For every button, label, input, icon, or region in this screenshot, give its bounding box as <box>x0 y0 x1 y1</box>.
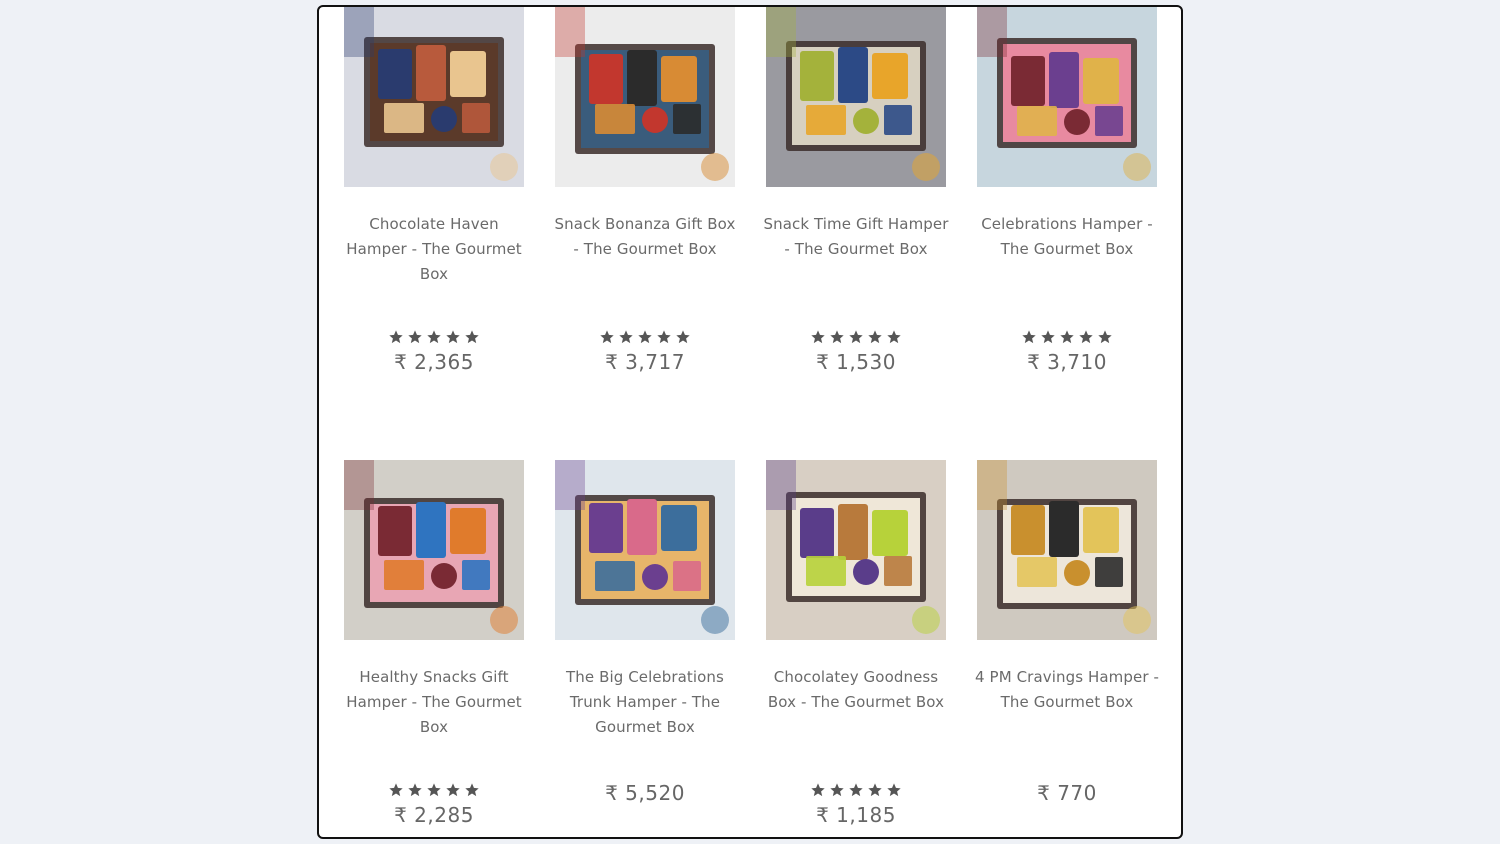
star-icon <box>848 782 864 800</box>
product-title-link[interactable]: Healthy Snacks Gift Hamper - The Gourmet… <box>335 665 533 740</box>
product-price: ₹ 2,285 <box>394 803 474 827</box>
product-price: ₹ 3,710 <box>1027 350 1107 374</box>
product-price: ₹ 2,365 <box>394 350 474 374</box>
star-icon <box>867 329 883 347</box>
product-card[interactable]: Celebrations Hamper - The Gourmet Box ₹ 3… <box>968 7 1166 407</box>
product-price: ₹ 770 <box>1037 781 1097 805</box>
star-icon <box>407 329 423 347</box>
star-icon <box>886 329 902 347</box>
star-icon <box>388 782 404 800</box>
product-price: ₹ 5,520 <box>605 781 685 805</box>
product-card[interactable]: Chocolatey Goodness Box - The Gourmet Bo… <box>757 460 955 837</box>
rating-stars <box>757 329 955 347</box>
star-icon <box>867 782 883 800</box>
product-price: ₹ 1,530 <box>816 350 896 374</box>
product-card[interactable]: Snack Bonanza Gift Box - The Gourmet Box… <box>546 7 744 407</box>
product-image[interactable] <box>555 7 735 187</box>
product-card[interactable]: Snack Time Gift Hamper - The Gourmet Box… <box>757 7 955 407</box>
product-title-link[interactable]: Celebrations Hamper - The Gourmet Box <box>968 212 1166 262</box>
product-title-link[interactable]: Chocolatey Goodness Box - The Gourmet Bo… <box>757 665 955 715</box>
product-image[interactable] <box>344 7 524 187</box>
star-icon <box>464 329 480 347</box>
rating-stars <box>968 329 1166 347</box>
product-card[interactable]: 4 PM Cravings Hamper - The Gourmet Box ₹ … <box>968 460 1166 837</box>
product-image[interactable] <box>555 460 735 640</box>
star-icon <box>1021 329 1037 347</box>
product-card[interactable]: Healthy Snacks Gift Hamper - The Gourmet… <box>335 460 533 837</box>
product-image[interactable] <box>766 7 946 187</box>
star-icon <box>1078 329 1094 347</box>
product-title-link[interactable]: 4 PM Cravings Hamper - The Gourmet Box <box>968 665 1166 715</box>
star-icon <box>445 782 461 800</box>
star-icon <box>445 329 461 347</box>
rating-stars <box>335 782 533 800</box>
product-title-link[interactable]: Chocolate Haven Hamper - The Gourmet Box <box>335 212 533 287</box>
star-icon <box>810 782 826 800</box>
product-image[interactable] <box>977 7 1157 187</box>
product-title-link[interactable]: The Big Celebrations Trunk Hamper - The … <box>546 665 744 740</box>
star-icon <box>388 329 404 347</box>
rating-stars <box>335 329 533 347</box>
star-icon <box>675 329 691 347</box>
star-icon <box>637 329 653 347</box>
product-title-link[interactable]: Snack Bonanza Gift Box - The Gourmet Box <box>546 212 744 262</box>
product-price: ₹ 3,717 <box>605 350 685 374</box>
star-icon <box>426 329 442 347</box>
product-image[interactable] <box>977 460 1157 640</box>
star-icon <box>810 329 826 347</box>
star-icon <box>1040 329 1056 347</box>
rating-stars <box>757 782 955 800</box>
star-icon <box>1097 329 1113 347</box>
rating-stars <box>546 329 744 347</box>
product-card[interactable]: Chocolate Haven Hamper - The Gourmet Box… <box>335 7 533 407</box>
star-icon <box>426 782 442 800</box>
star-icon <box>1059 329 1075 347</box>
star-icon <box>599 329 615 347</box>
star-icon <box>848 329 864 347</box>
star-icon <box>886 782 902 800</box>
product-price: ₹ 1,185 <box>816 803 896 827</box>
star-icon <box>464 782 480 800</box>
product-grid-panel: Chocolate Haven Hamper - The Gourmet Box… <box>317 5 1183 839</box>
star-icon <box>656 329 672 347</box>
product-card[interactable]: The Big Celebrations Trunk Hamper - The … <box>546 460 744 837</box>
star-icon <box>829 329 845 347</box>
star-icon <box>407 782 423 800</box>
product-image[interactable] <box>344 460 524 640</box>
product-image[interactable] <box>766 460 946 640</box>
product-title-link[interactable]: Snack Time Gift Hamper - The Gourmet Box <box>757 212 955 262</box>
star-icon <box>618 329 634 347</box>
star-icon <box>829 782 845 800</box>
